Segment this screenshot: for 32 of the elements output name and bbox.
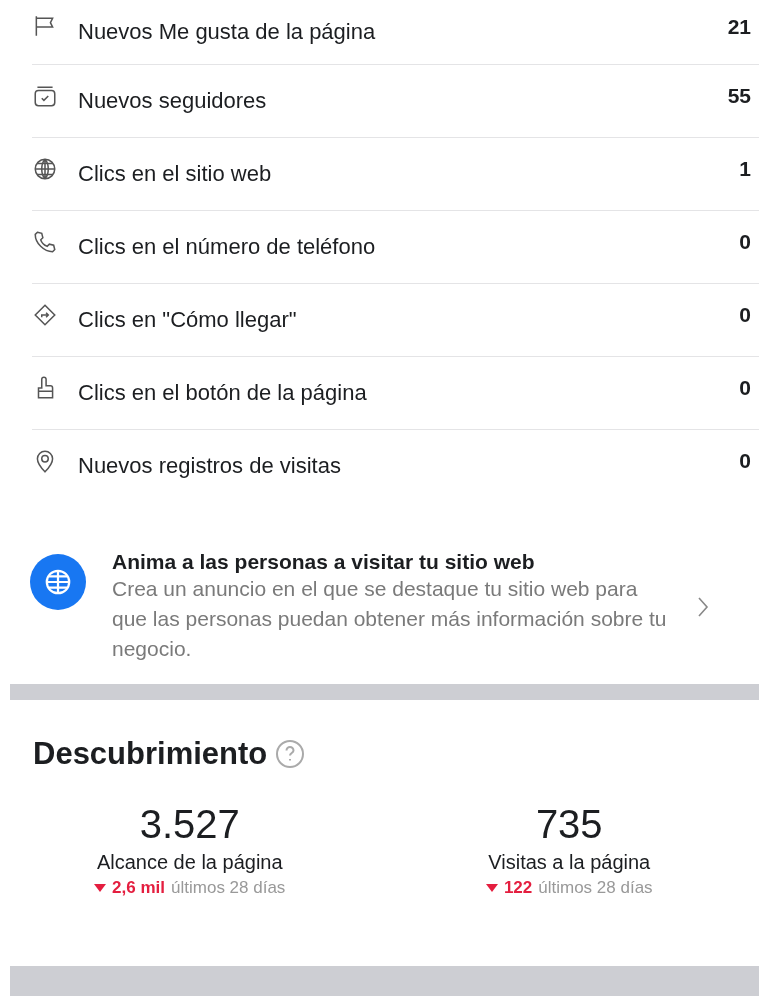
globe-icon (30, 554, 86, 610)
metric-value: 0 (739, 230, 751, 254)
metric-value: 0 (739, 449, 751, 473)
metric-label: Nuevos registros de visitas (78, 453, 342, 479)
phone-icon (32, 229, 58, 255)
metric-label: Clics en el número de teléfono (78, 234, 377, 260)
metric-label: Nuevos seguidores (78, 88, 268, 114)
chevron-right-icon (697, 596, 709, 618)
metric-label: Nuevos Me gusta de la página (78, 19, 377, 45)
promo-title: Anima a las personas a visitar tu sitio web (112, 550, 536, 574)
help-icon[interactable] (275, 739, 306, 769)
metric-label: Clics en el botón de la página (78, 380, 368, 406)
metric-value: 0 (739, 376, 751, 400)
metric-value: 55 (727, 84, 751, 108)
stat-change: 2,6 mil (112, 878, 166, 898)
metric-label: Clics en "Cómo llegar" (78, 307, 298, 333)
stat-label: Alcance de la página (96, 851, 283, 874)
metric-value: 1 (739, 157, 751, 181)
stat-label: Visitas a la página (488, 851, 651, 874)
globe-icon (32, 156, 58, 182)
promo-description: Crea un anuncio en el que se destaque tu sitio web para que las personas puedan obtener más información sobre tu negocio. (112, 576, 668, 662)
metric-value: 0 (739, 303, 751, 327)
stat-period: últimos 28 días (538, 878, 653, 898)
stat-period: últimos 28 días (171, 878, 286, 898)
metric-value: 21 (727, 15, 751, 39)
stat-value: 3.527 (139, 802, 240, 847)
promo-card[interactable]: Anima a las personas a visitar tu sitio web Crea un anuncio en el que se destaque tu sitio web para que las personas puedan obtener más información sobre tu negocio. (0, 502, 759, 684)
stat-value: 735 (535, 802, 603, 847)
directions-icon (32, 302, 58, 328)
section-title: Descubrimiento (33, 736, 268, 772)
metric-label: Clics en el sitio web (78, 161, 273, 187)
stat-change: 122 (503, 878, 533, 898)
